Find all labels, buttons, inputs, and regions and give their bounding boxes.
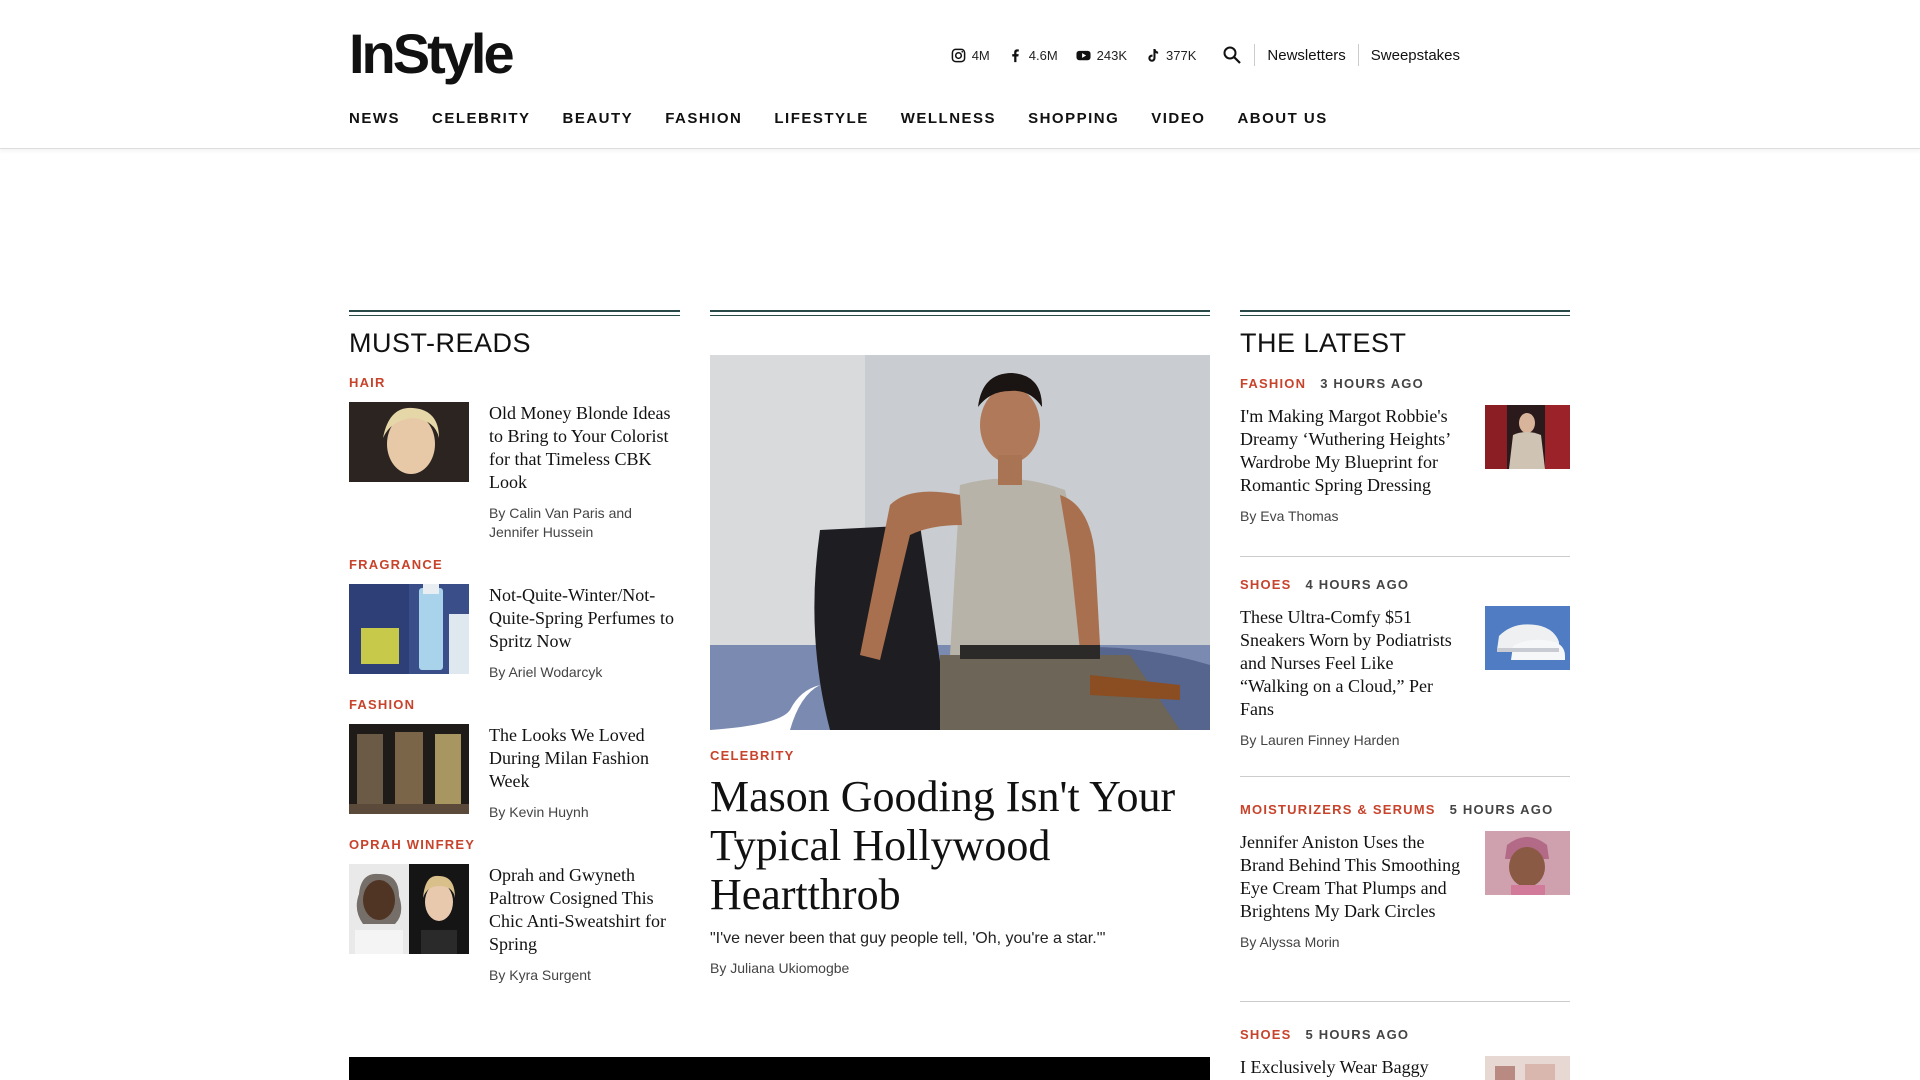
latest-divider (1240, 776, 1570, 777)
latest-item[interactable]: SHOES 5 HOURS AGO I Exclusively Wear Bagg… (1240, 1026, 1570, 1080)
tiktok-link[interactable]: 377K (1145, 48, 1196, 63)
instagram-link[interactable]: 4M (951, 48, 990, 63)
must-read-item[interactable]: FRAGRANCE Not-Quite-Winter/Not-Quite-Spr… (349, 557, 679, 682)
latest-item[interactable]: FASHION 3 HOURS AGO I'm Making Margot Rob… (1240, 375, 1570, 526)
article-thumbnail[interactable] (349, 584, 469, 674)
article-thumbnail[interactable] (1485, 1056, 1570, 1080)
hero-dek: "I've never been that guy people tell, '… (710, 930, 1106, 947)
youtube-count: 243K (1096, 47, 1128, 63)
latest-time: 4 HOURS AGO (1305, 577, 1410, 592)
site-header: InStyle 4M 4.6M 243K 377K Newsletters Sw… (0, 0, 1920, 149)
article-thumbnail[interactable] (1485, 831, 1570, 895)
article-headline[interactable]: I'm Making Margot Robbie's Dreamy ‘Wuthe… (1240, 405, 1461, 497)
tiktok-icon (1148, 48, 1159, 62)
article-byline: By Eva Thomas (1240, 508, 1339, 524)
youtube-icon (1076, 50, 1091, 60)
nav-shopping[interactable]: SHOPPING (1028, 110, 1119, 127)
newsletters-link[interactable]: Newsletters (1267, 47, 1345, 64)
must-read-kicker[interactable]: FRAGRANCE (349, 557, 679, 572)
latest-time: 5 HOURS AGO (1449, 802, 1554, 817)
nav-beauty[interactable]: BEAUTY (563, 110, 634, 127)
nav-wellness[interactable]: WELLNESS (901, 110, 996, 127)
nav-news[interactable]: NEWS (349, 110, 400, 127)
promo-bar (349, 1057, 1210, 1080)
article-headline[interactable]: Not-Quite-Winter/Not-Quite-Spring Perfum… (489, 584, 679, 653)
header-divider (1254, 44, 1256, 66)
hero-headline[interactable]: Mason Gooding Isn't Your Typical Hollywo… (710, 772, 1210, 919)
article-byline: By Kevin Huynh (489, 804, 589, 820)
instagram-icon (951, 48, 966, 62)
article-byline: By Kyra Surgent (489, 967, 591, 983)
latest-kicker[interactable]: SHOES (1240, 1027, 1292, 1042)
article-thumbnail[interactable] (349, 724, 469, 814)
facebook-link[interactable]: 4.6M (1008, 48, 1058, 63)
must-read-kicker[interactable]: OPRAH WINFREY (349, 837, 679, 852)
must-read-kicker[interactable]: FASHION (349, 697, 679, 712)
latest-item[interactable]: MOISTURIZERS & SERUMS 5 HOURS AGO Jennife… (1240, 801, 1570, 952)
must-read-item[interactable]: HAIR Old Money Blonde Ideas to Bring to … (349, 375, 679, 542)
latest-time: 3 HOURS AGO (1320, 376, 1424, 391)
must-read-item[interactable]: FASHION The Looks We Loved During Milan … (349, 697, 679, 822)
facebook-icon (1011, 48, 1019, 62)
must-reads-rule (349, 310, 680, 316)
article-byline: By Alyssa Morin (1240, 934, 1340, 950)
site-logo[interactable]: InStyle (349, 26, 515, 82)
latest-divider (1240, 556, 1570, 557)
latest-kicker[interactable]: SHOES (1240, 577, 1292, 592)
instagram-count: 4M (971, 47, 990, 63)
latest-title: THE LATEST (1240, 328, 1407, 358)
nav-fashion[interactable]: FASHION (665, 110, 742, 127)
article-headline[interactable]: These Ultra-Comfy $51 Sneakers Worn by P… (1240, 606, 1461, 721)
sweepstakes-link[interactable]: Sweepstakes (1371, 47, 1460, 64)
nav-lifestyle[interactable]: LIFESTYLE (774, 110, 868, 127)
latest-time: 5 HOURS AGO (1305, 1027, 1410, 1042)
article-thumbnail[interactable] (349, 402, 469, 492)
hero-kicker[interactable]: CELEBRITY (710, 748, 794, 763)
youtube-link[interactable]: 243K (1076, 48, 1127, 63)
article-thumbnail[interactable] (1485, 405, 1570, 469)
article-headline[interactable]: Old Money Blonde Ideas to Bring to Your … (489, 402, 679, 494)
hero-byline: By Juliana Ukiomogbe (710, 960, 850, 976)
must-read-item[interactable]: OPRAH WINFREY Oprah and Gwyneth Paltrow … (349, 837, 679, 985)
header-utility: 4M 4.6M 243K 377K Newsletters Sweepstake… (933, 44, 1460, 66)
main-nav: NEWS CELEBRITY BEAUTY FASHION LIFESTYLE … (349, 110, 1360, 127)
hero-image[interactable] (710, 355, 1210, 730)
nav-celebrity[interactable]: CELEBRITY (432, 110, 531, 127)
latest-item[interactable]: SHOES 4 HOURS AGO These Ultra-Comfy $51 S… (1240, 576, 1570, 750)
article-byline: By Calin Van Paris and Jennifer Hussein (489, 505, 632, 540)
article-byline: By Lauren Finney Harden (1240, 732, 1400, 748)
article-byline: By Ariel Wodarcyk (489, 664, 603, 680)
article-headline[interactable]: Oprah and Gwyneth Paltrow Cosigned This … (489, 864, 679, 956)
must-reads-title: MUST-READS (349, 328, 532, 358)
latest-kicker[interactable]: FASHION (1240, 376, 1306, 391)
tiktok-count: 377K (1166, 47, 1197, 63)
latest-rule (1240, 310, 1570, 316)
article-thumbnail[interactable] (1485, 606, 1570, 670)
latest-divider (1240, 1001, 1570, 1002)
article-headline[interactable]: The Looks We Loved During Milan Fashion … (489, 724, 679, 793)
article-thumbnail[interactable] (349, 864, 469, 954)
latest-kicker[interactable]: MOISTURIZERS & SERUMS (1240, 802, 1436, 817)
article-headline[interactable]: I Exclusively Wear Baggy (1240, 1056, 1461, 1079)
search-icon[interactable] (1222, 45, 1242, 65)
must-read-kicker[interactable]: HAIR (349, 375, 679, 390)
nav-video[interactable]: VIDEO (1151, 110, 1205, 127)
nav-about-us[interactable]: ABOUT US (1237, 110, 1327, 127)
article-headline[interactable]: Jennifer Aniston Uses the Brand Behind T… (1240, 831, 1461, 923)
facebook-count: 4.6M (1028, 47, 1058, 63)
header-divider (1357, 44, 1359, 66)
hero-rule (710, 310, 1210, 316)
